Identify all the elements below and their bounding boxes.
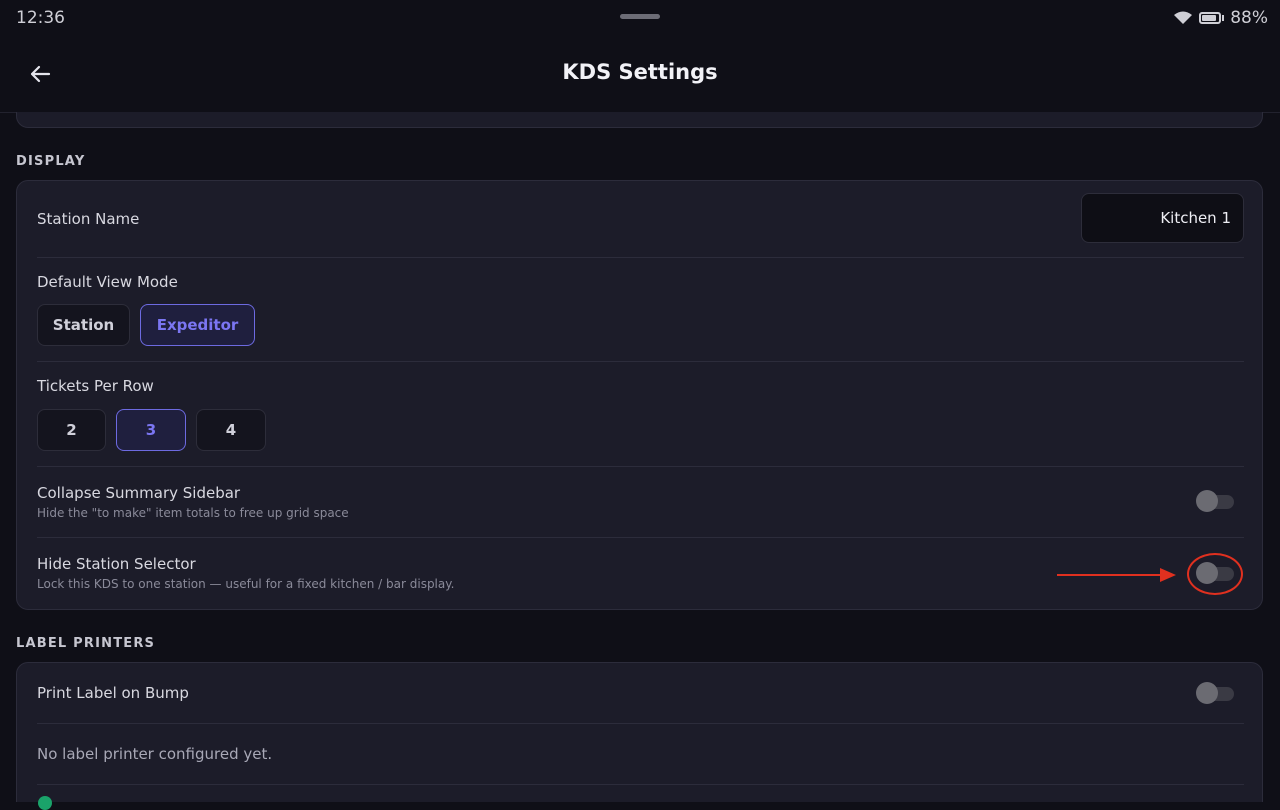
tickets-per-row-3-button[interactable]: 3 xyxy=(116,409,186,451)
status-icons: 88% xyxy=(1173,8,1268,28)
default-view-mode-label: Default View Mode xyxy=(37,273,178,291)
no-printer-row: No label printer configured yet. xyxy=(37,724,1244,784)
no-printer-message: No label printer configured yet. xyxy=(37,745,273,763)
collapse-summary-sidebar-description: Hide the "to make" item totals to free u… xyxy=(37,506,349,520)
app-bar: KDS Settings xyxy=(0,36,1280,113)
display-card: Station Name Kitchen 1 Default View Mode… xyxy=(16,180,1263,610)
hide-station-selector-description: Lock this KDS to one station — useful fo… xyxy=(37,577,455,591)
hide-station-selector-row: Hide Station Selector Lock this KDS to o… xyxy=(37,538,1244,608)
collapse-summary-sidebar-toggle[interactable] xyxy=(1196,489,1234,513)
toggle-thumb xyxy=(1196,490,1218,512)
station-name-input[interactable]: Kitchen 1 xyxy=(1081,193,1244,243)
previous-card xyxy=(16,112,1263,128)
battery-icon xyxy=(1199,12,1222,24)
tickets-per-row-4-button[interactable]: 4 xyxy=(196,409,266,451)
battery-percent: 88% xyxy=(1230,8,1268,28)
station-name-row: Station Name Kitchen 1 xyxy=(37,181,1244,257)
section-label-display: DISPLAY xyxy=(16,154,86,169)
collapse-summary-sidebar-label: Collapse Summary Sidebar xyxy=(37,484,241,502)
station-name-label: Station Name xyxy=(37,210,140,228)
status-time: 12:36 xyxy=(16,8,65,28)
print-label-on-bump-row: Print Label on Bump xyxy=(37,663,1244,723)
annotation-highlight-circle xyxy=(1187,553,1243,595)
hide-station-selector-label: Hide Station Selector xyxy=(37,555,196,573)
annotation-arrow-head xyxy=(1160,568,1176,582)
view-mode-station-button[interactable]: Station xyxy=(37,304,130,346)
wifi-icon xyxy=(1174,11,1193,24)
page-title: KDS Settings xyxy=(562,60,718,84)
drag-handle[interactable] xyxy=(620,14,660,19)
status-dot xyxy=(38,796,52,810)
tickets-per-row-row: Tickets Per Row 2 3 4 xyxy=(37,362,1244,466)
collapse-summary-sidebar-row: Collapse Summary Sidebar Hide the "to ma… xyxy=(37,467,1244,537)
label-printers-card: Print Label on Bump No label printer con… xyxy=(16,662,1263,802)
section-label-label-printers: LABEL PRINTERS xyxy=(16,636,156,651)
view-mode-expeditor-button[interactable]: Expeditor xyxy=(140,304,255,346)
print-label-on-bump-label: Print Label on Bump xyxy=(37,684,189,702)
annotation-arrow-line xyxy=(1057,574,1163,576)
tickets-per-row-2-button[interactable]: 2 xyxy=(37,409,106,451)
default-view-mode-row: Default View Mode Station Expeditor xyxy=(37,258,1244,361)
divider xyxy=(37,784,1244,785)
toggle-thumb xyxy=(1196,682,1218,704)
print-label-on-bump-toggle[interactable] xyxy=(1196,681,1234,705)
status-bar: 12:36 88% xyxy=(0,0,1280,36)
battery-tip xyxy=(1222,15,1225,21)
tickets-per-row-label: Tickets Per Row xyxy=(37,377,154,395)
settings-content[interactable]: DISPLAY Station Name Kitchen 1 Default V… xyxy=(0,112,1280,802)
